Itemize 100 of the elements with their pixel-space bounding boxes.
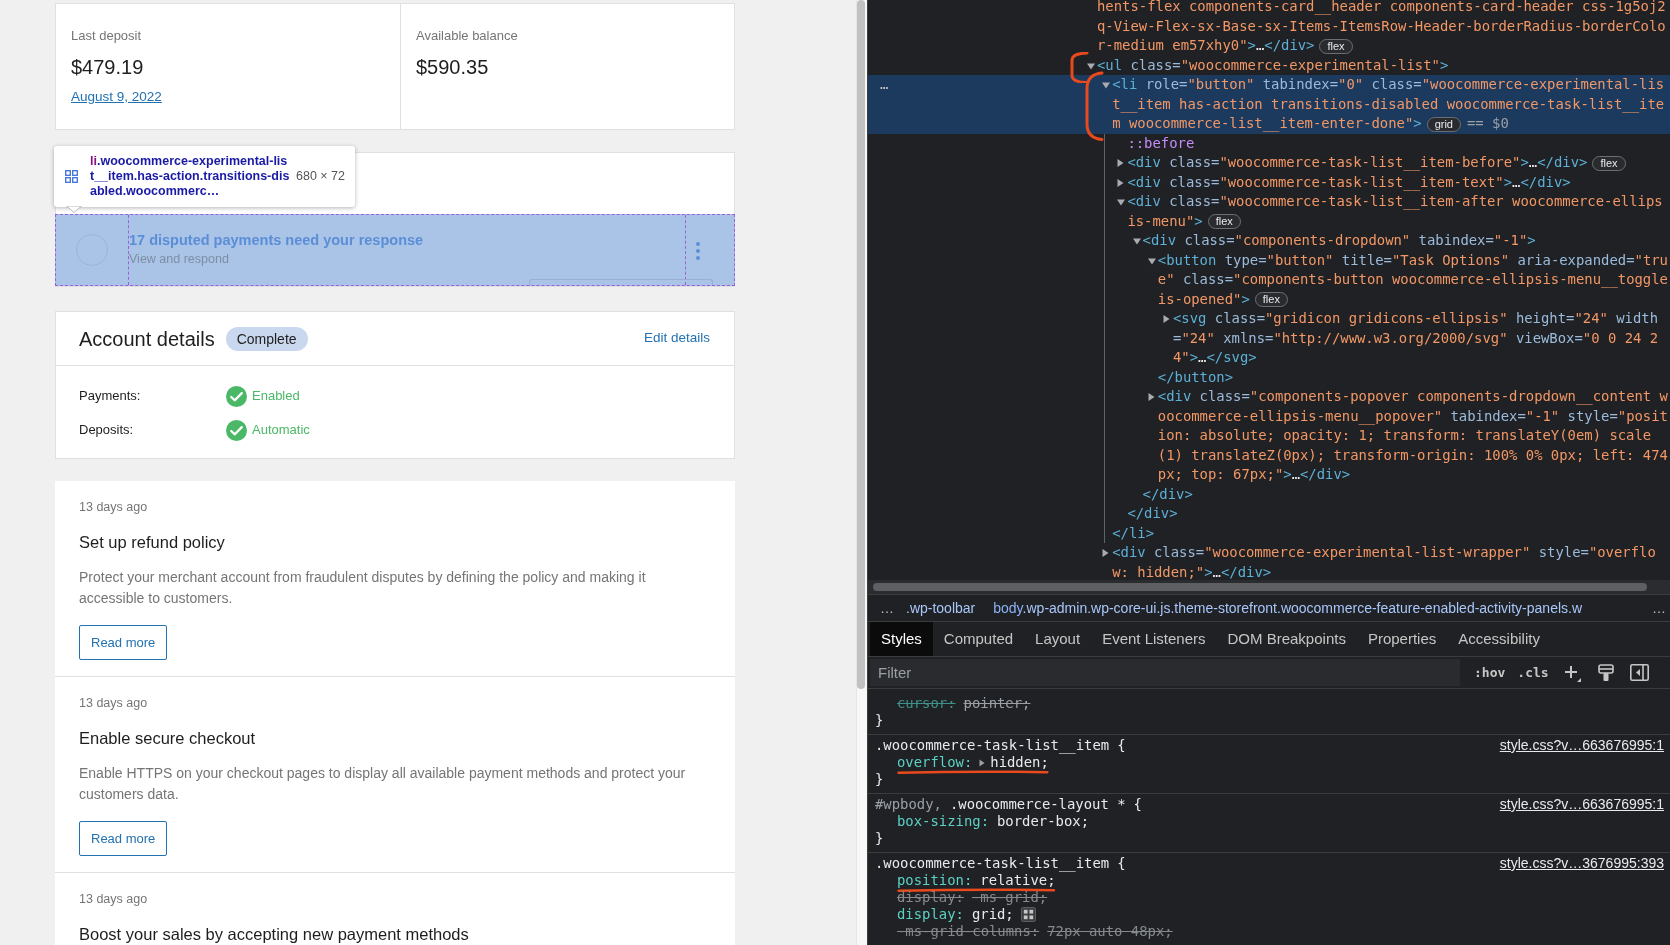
tree-item[interactable]: <svg class="gridicon gridicons-ellipsis" height="24" width="24" xmlns="http://www.w3.org/2000/svg" viewBox="0 0 24 24">…</svg> xyxy=(1105,309,1670,368)
css-selector[interactable]: .woocommerce-layout * xyxy=(949,796,1126,813)
opening-brace: { xyxy=(1117,737,1126,754)
filter-field[interactable]: Filter xyxy=(870,659,1460,686)
element-markup: <ul class="woocommerce-experimental-list"> xyxy=(1097,55,1449,75)
layout-badge[interactable]: flex xyxy=(1592,155,1626,171)
closing-tag: </div> xyxy=(1127,504,1178,524)
activity-title: Boost your sales by accepting new payment methods xyxy=(79,924,469,945)
sidebar-tab[interactable]: Accessibility xyxy=(1447,622,1551,656)
closing-brace: } xyxy=(875,830,884,847)
element-markup: <div class="components-dropdown" tabindex="-1"> xyxy=(1142,231,1536,250)
sidebar-tab[interactable]: Properties xyxy=(1356,622,1448,656)
layout-badge[interactable]: flex xyxy=(1207,214,1241,229)
caret-down-icon[interactable] xyxy=(1087,62,1095,70)
closing-tag: </div> xyxy=(1142,484,1193,504)
caret-down-icon[interactable] xyxy=(1102,82,1111,89)
activity-description: Protect your merchant account from fraudulent disputes by defining the policy and making it accessible to customers. xyxy=(79,568,647,608)
css-value[interactable]: grid; xyxy=(971,906,1014,923)
caret-right-icon[interactable] xyxy=(1117,178,1125,187)
stylesheet-link[interactable]: style.css?v…663676995:1 xyxy=(1499,796,1664,813)
sidebar-tab[interactable]: Event Listeners xyxy=(1091,622,1217,656)
tree-item[interactable]: <div class="woocommerce-task-list__item-text">…</div> xyxy=(1105,172,1670,192)
css-value[interactable]: hidden; xyxy=(990,754,1049,771)
sidebar-tab[interactable]: Layout xyxy=(1024,622,1092,656)
breadcrumb-scroll-right[interactable]: … xyxy=(1652,597,1666,619)
caret-right-icon[interactable] xyxy=(1117,159,1125,167)
closing-brace: } xyxy=(875,771,884,788)
css-selector[interactable]: .woocommerce-task-list__item xyxy=(875,737,1110,754)
status-badge: Complete xyxy=(225,326,308,351)
grid-editor-icon[interactable] xyxy=(1020,907,1036,922)
edit-details-link[interactable]: Edit details xyxy=(643,328,710,349)
tree-item[interactable]: <ul class="woocommerce-experimental-list"> xyxy=(868,55,1670,75)
stylesheet-link[interactable]: style.css?v…3676995:393 xyxy=(1499,855,1664,872)
style-toggle[interactable]: :hov xyxy=(1474,662,1506,683)
scrollbar-thumb[interactable] xyxy=(857,0,865,689)
css-value[interactable]: border-box; xyxy=(997,813,1089,830)
breadcrumb[interactable]: body.wp-admin.wp-core-ui.js.theme-storefront.woocommerce-feature-enabled-activity-panels.w xyxy=(993,597,1583,619)
scrollbar-thumb[interactable] xyxy=(873,583,1647,591)
css-selector[interactable]: #wpbody, xyxy=(875,796,942,813)
caret-right-icon[interactable] xyxy=(979,758,986,767)
element-size: 680 × 72 xyxy=(296,168,345,186)
layout-badge[interactable]: flex xyxy=(1254,292,1288,307)
caret-right-icon[interactable] xyxy=(1147,393,1155,401)
node-actions-button[interactable]: … xyxy=(880,76,889,92)
element-markup: hents-flex components-card__header components-card-header css-1g5oj2q-View-Flex-sx-Base-sx-Items-ItemsRow-Header-borderRadius-borderColor-medium em57xhy0">…</div> flex xyxy=(1097,0,1667,56)
activity-title: Set up refund policy xyxy=(79,532,225,553)
css-value[interactable]: 72px auto 48px; xyxy=(1047,923,1173,940)
css-property[interactable]: display: xyxy=(897,889,964,906)
css-selector[interactable]: .woocommerce-task-list__item xyxy=(875,855,1110,872)
css-value[interactable]: -ms-grid; xyxy=(971,889,1048,906)
caret-right-icon[interactable] xyxy=(1163,315,1170,323)
read-more-button[interactable]: Read more xyxy=(79,625,168,660)
css-property[interactable]: overflow: xyxy=(897,754,973,771)
caret-right-icon[interactable] xyxy=(1102,549,1110,557)
tree-item[interactable]: hents-flex components-card__header components-card-header css-1g5oj2q-View-Flex-sx-Base-sx-Items-ItemsRow-Header-borderRadius-borderColor-medium em57xhy0">…</div> flex xyxy=(868,0,1670,56)
caret-down-icon[interactable] xyxy=(1117,199,1126,206)
caret-down-icon[interactable] xyxy=(1132,238,1141,245)
element-markup: <li role="button" tabindex="0" class="woocommerce-experimental-list__item has-action transitions-disabled woocommerce-task-list__item woocommerce-list__item-enter-done"> grid == $0 xyxy=(1112,75,1666,134)
tree-item[interactable]: <div class="woocommerce-experimental-list-wrapper" style="overflow: hidden;">…</div> xyxy=(868,543,1670,580)
css-property[interactable]: cursor: xyxy=(897,695,956,712)
element-markup: <svg class="gridicon gridicons-ellipsis" height="24" width="24" xmlns="http://www.w3.org/2000/svg" viewBox="0 0 24 24">…</svg> xyxy=(1173,309,1660,367)
tree-item[interactable]: <div class="components-dropdown" tabindex="-1"> xyxy=(1105,231,1670,251)
sidebar-toggle-icon[interactable] xyxy=(1629,664,1649,681)
style-toggle[interactable]: .cls xyxy=(1517,662,1549,683)
stat-label: Available balance xyxy=(416,27,518,45)
stylesheet-link[interactable]: style.css?v…663676995:1 xyxy=(1499,737,1664,754)
activity-time: 13 days ago xyxy=(79,891,148,908)
sidebar-tab[interactable]: Computed xyxy=(932,622,1025,656)
css-value[interactable]: relative; xyxy=(980,872,1056,889)
plus-icon[interactable] xyxy=(1562,663,1581,682)
closing-tag: </button> xyxy=(1157,367,1234,387)
detail-value: Enabled xyxy=(252,387,300,406)
opening-brace: { xyxy=(1133,796,1142,813)
tree-item[interactable]: ::before xyxy=(1105,133,1670,153)
css-value[interactable]: pointer; xyxy=(963,695,1031,712)
stat-amount: $590.35 xyxy=(416,55,489,80)
css-property[interactable]: box-sizing: xyxy=(897,813,989,830)
css-property[interactable]: -ms-grid-columns: xyxy=(897,923,1040,940)
css-property[interactable]: display: xyxy=(897,906,964,923)
closing-tag: </li> xyxy=(1112,523,1154,543)
grid-icon xyxy=(65,170,78,183)
detail-label: Deposits: xyxy=(79,421,135,440)
css-property[interactable]: position: xyxy=(897,872,973,889)
date-link[interactable]: August 9, 2022 xyxy=(71,87,162,107)
activity-time: 13 days ago xyxy=(79,499,148,516)
activity-time: 13 days ago xyxy=(79,695,148,712)
brush-icon[interactable] xyxy=(1597,663,1614,682)
breadcrumb[interactable]: .wp-toolbar xyxy=(906,597,976,619)
layout-badge[interactable]: flex xyxy=(1319,38,1353,54)
sidebar-tab[interactable]: DOM Breakpoints xyxy=(1216,622,1357,656)
element-markup: <div class="components-popover components-dropdown__content woocommerce-ellipsis-menu__popover" tabindex="-1" style="position: absolute; opacity: 1; transform: translateY(0em) scale(1) translateZ(0px); transform-origin: 100% 0% 0px; left: 474px; top: 67px;">…</div> xyxy=(1157,387,1669,484)
detail-value: Automatic xyxy=(252,421,310,440)
tree-item[interactable]: … <li role="button" tabindex="0" class="woocommerce-experimental-list__item has-action transitions-disabled woocommerce-task-list__item woocommerce-list__item-enter-done"> grid == $0 xyxy=(868,75,1670,134)
sidebar-tab[interactable]: Styles xyxy=(870,622,933,656)
layout-badge[interactable]: grid xyxy=(1426,116,1461,132)
caret-down-icon[interactable] xyxy=(1147,257,1156,265)
element-selector: li.woocommerce-experimental-list__item.has-action.transitions-disabled.woocommerc… xyxy=(90,154,290,199)
read-more-button[interactable]: Read more xyxy=(79,821,168,856)
activity-description: Enable HTTPS on your checkout pages to display all available payment methods and protect your customers data. xyxy=(79,764,687,804)
breadcrumb-scroll-left[interactable]: … xyxy=(880,597,898,619)
